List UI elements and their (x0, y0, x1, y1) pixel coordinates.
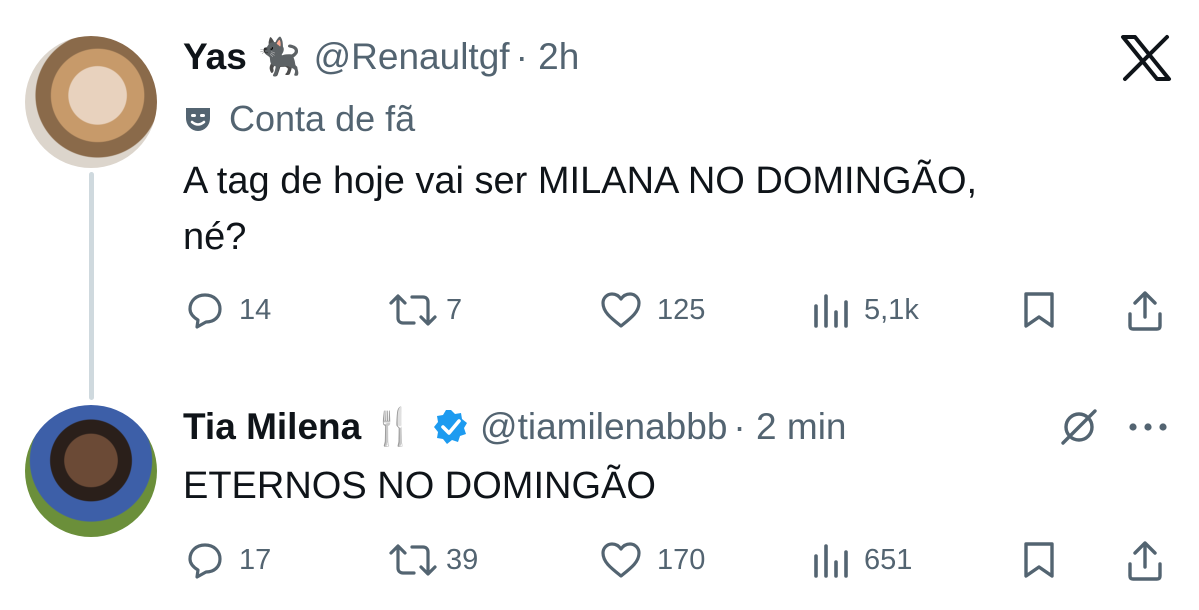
tweet1-like-button[interactable]: 125 (599, 290, 705, 330)
share-icon (1128, 541, 1162, 581)
fan-label-text: Conta de fã (229, 98, 416, 139)
tweet1-view-count: 5,1k (864, 293, 919, 326)
tweet2-bookmark-button[interactable] (1018, 540, 1060, 580)
tweet2-display-name[interactable]: Tia Milena (183, 406, 361, 448)
tweet1-name-emoji: 🐈‍⬛ (256, 36, 302, 77)
views-icon (814, 544, 848, 578)
tweet1-reply-button[interactable]: 14 (185, 290, 271, 330)
tweet1-like-count: 125 (657, 293, 706, 326)
bookmark-icon (1024, 292, 1054, 328)
grok-icon[interactable] (1056, 405, 1102, 449)
tweet2-handle[interactable]: @tiamilenabbb (480, 406, 727, 448)
more-icon[interactable] (1124, 410, 1172, 444)
tweet1-timestamp[interactable]: · 2h (516, 36, 580, 78)
tweet1-handle[interactable]: @Renaultgf (314, 36, 510, 78)
tweet1-text-line1: A tag de hoje vai ser MILANA NO DOMINGÃO… (183, 160, 978, 202)
tweet1-repost-count: 7 (446, 293, 463, 326)
tweet1-text: A tag de hoje vai ser MILANA NO DOMINGÃO… (183, 153, 977, 265)
tweet2-like-count: 170 (657, 543, 706, 576)
avatar-yas[interactable] (25, 36, 157, 168)
verified-badge-icon (432, 408, 470, 446)
tweet2-text: ETERNOS NO DOMINGÃO (183, 465, 656, 507)
tweet1-reply-count: 14 (239, 293, 272, 326)
avatar-tia-milena[interactable] (25, 405, 157, 537)
bookmark-icon (1024, 542, 1054, 578)
repost-icon (389, 544, 437, 576)
x-logo-icon (1118, 32, 1174, 84)
tweet2-reply-button[interactable]: 17 (185, 540, 271, 580)
theater-masks-icon (186, 108, 210, 131)
reply-icon (188, 543, 222, 579)
thread-connector-line (89, 172, 94, 400)
tweet2-view-count: 651 (864, 543, 913, 576)
tweet2-like-button[interactable]: 170 (599, 540, 705, 580)
tweet2-share-button[interactable] (1122, 540, 1168, 582)
tweet1-fan-account-label: Conta de fã (183, 98, 415, 140)
tweet1-share-button[interactable] (1122, 290, 1168, 332)
tweet2-reply-count: 17 (239, 543, 272, 576)
tweet1-repost-button[interactable]: 7 (388, 290, 462, 330)
tweet2-repost-count: 39 (446, 543, 479, 576)
tweet2-header: Tia Milena 🍴 @tiamilenabbb · 2 min (183, 402, 847, 452)
tweet2-timestamp[interactable]: · 2 min (733, 406, 846, 448)
tweet2-views-button[interactable]: 651 (810, 540, 912, 580)
tweet1-bookmark-button[interactable] (1018, 290, 1060, 330)
like-icon (601, 292, 641, 328)
tweet2-repost-button[interactable]: 39 (388, 540, 478, 580)
tweet1-text-line2: né? (183, 216, 247, 258)
views-icon (814, 294, 848, 328)
tweet1-display-name[interactable]: Yas (183, 36, 247, 78)
repost-icon (389, 294, 437, 326)
share-icon (1128, 291, 1162, 331)
like-icon (601, 542, 641, 578)
reply-icon (188, 293, 222, 329)
tweet2-name-emoji: 🍴 (371, 406, 417, 447)
tweet1-header: Yas 🐈‍⬛ @Renaultgf · 2h (183, 32, 579, 82)
tweet1-views-button[interactable]: 5,1k (810, 290, 919, 330)
